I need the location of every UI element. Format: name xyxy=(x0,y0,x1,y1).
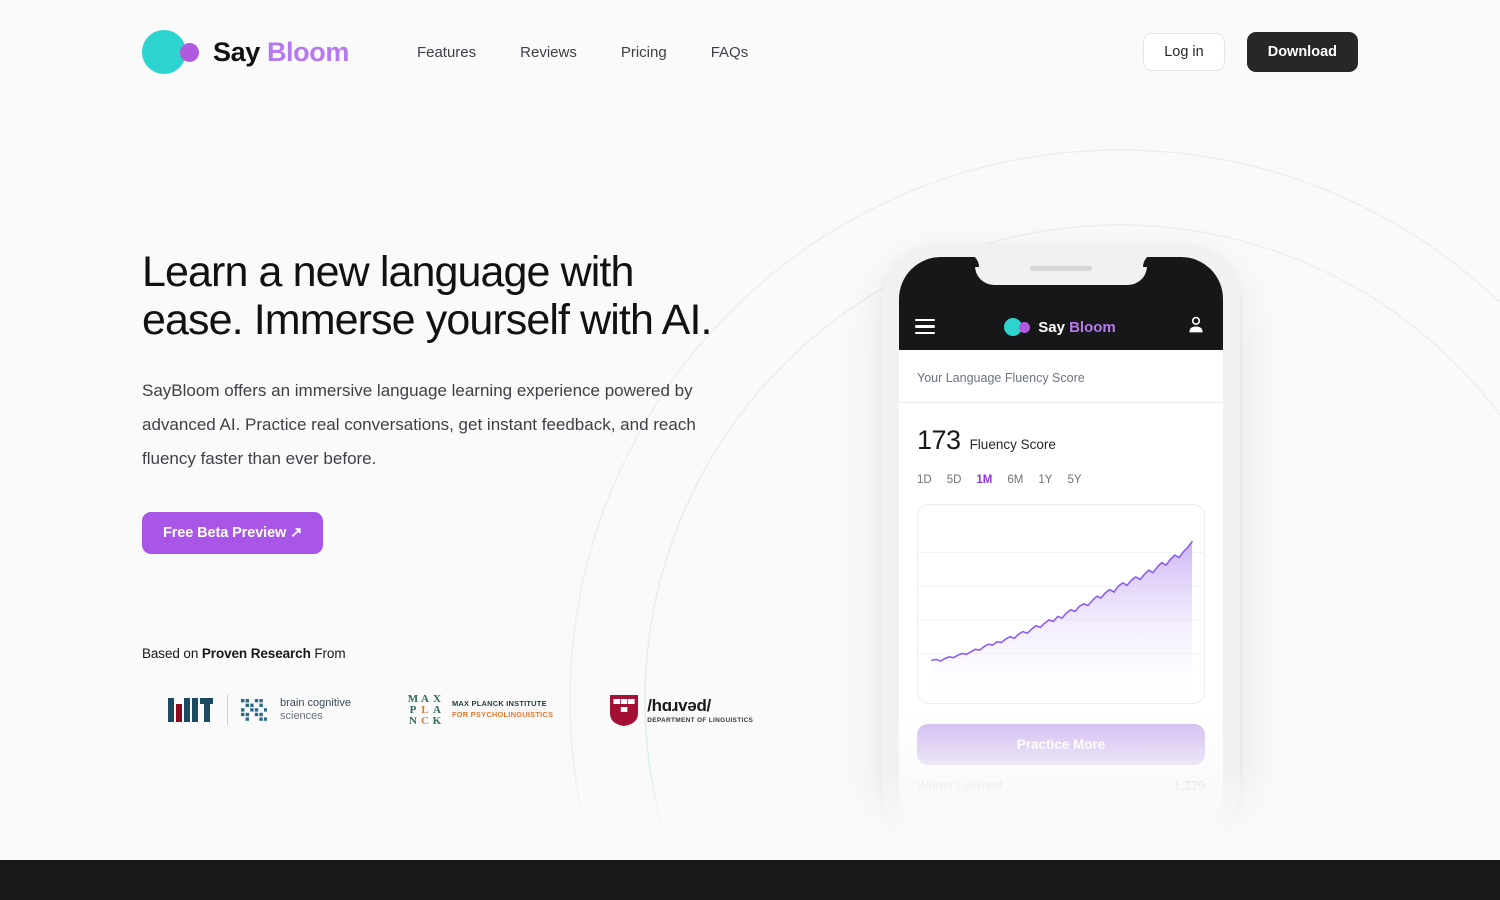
stat-label: Words Learned xyxy=(917,779,1003,793)
harvard-department-text: DEPARTMENT OF LINGUISTICS xyxy=(647,716,754,724)
range-option-6m[interactable]: 6M xyxy=(1007,474,1023,486)
hero-title-line-2: ease. Immerse yourself with AI. xyxy=(142,296,712,345)
range-option-5d[interactable]: 5D xyxy=(947,474,962,486)
app-brand-logo: Say Bloom xyxy=(1004,318,1116,336)
hero-section: Learn a new language with ease. Immerse … xyxy=(142,248,762,727)
main-navigation: Features Reviews Pricing FAQs xyxy=(417,44,748,61)
brand-dots-icon xyxy=(142,30,199,74)
download-button[interactable]: Download xyxy=(1246,32,1358,72)
nav-item-reviews[interactable]: Reviews xyxy=(520,44,577,61)
app-content: Your Language Fluency Score 173 Fluency … xyxy=(899,350,1223,832)
fluency-score-label: Fluency Score xyxy=(969,437,1056,452)
time-range-selector: 1D 5D 1M 6M 1Y 5Y xyxy=(899,456,1223,486)
fluency-score-value: 173 xyxy=(917,425,961,455)
bcs-wordmark: brain cognitive sciences xyxy=(280,697,351,725)
chart-area-fill xyxy=(931,541,1193,703)
bcs-dot-matrix-icon xyxy=(241,699,267,722)
login-button[interactable]: Log in xyxy=(1143,33,1225,71)
range-option-5y[interactable]: 5Y xyxy=(1067,474,1081,486)
logo-harvard-linguistics: /hɑɹvəd/ DEPARTMENT OF LINGUISTICS xyxy=(609,693,753,727)
free-beta-preview-button[interactable]: Free Beta Preview ↗ xyxy=(142,512,324,555)
fluency-area-chart xyxy=(918,540,1204,703)
stats-list: Words Learned 1,329 Conversations Practi… xyxy=(899,765,1223,832)
header-actions: Log in Download xyxy=(1143,32,1358,72)
max-planck-wordmark: MAX PLANCK INSTITUTE FOR PSYCHOLINGUISTI… xyxy=(452,699,553,721)
app-brand-second: Bloom xyxy=(1069,318,1116,336)
mpi-letter: K xyxy=(432,714,442,727)
nav-item-faqs[interactable]: FAQs xyxy=(711,44,749,61)
page-title: Learn a new language with ease. Immerse … xyxy=(142,248,762,344)
app-purple-circle-icon xyxy=(1019,321,1031,333)
brand-name-first: Say xyxy=(213,36,260,67)
mpi-letter: C xyxy=(420,714,429,727)
harvard-wordmark: /hɑɹvəd/ DEPARTMENT OF LINGUISTICS xyxy=(647,697,753,724)
brand-name-second: Bloom xyxy=(266,36,349,67)
harvard-shield-icon xyxy=(610,695,639,727)
phone-screen: Say Bloom Your Language Fluency Score 17… xyxy=(899,257,1223,832)
phone-mockup: Say Bloom Your Language Fluency Score 17… xyxy=(882,244,1240,844)
harvard-phonetic-text: /hɑɹvəd/ xyxy=(647,695,711,715)
site-header: Say Bloom Features Reviews Pricing FAQs … xyxy=(0,0,1500,104)
research-emphasis: Proven Research xyxy=(201,646,311,662)
mpi-line-1: MAX PLANCK INSTITUTE xyxy=(451,699,547,709)
hamburger-icon[interactable] xyxy=(915,317,935,336)
research-logo-row: brain cognitive sciences M A X P L A N C… xyxy=(142,693,762,727)
range-option-1y[interactable]: 1Y xyxy=(1038,474,1052,486)
stat-value: 1,329 xyxy=(1173,779,1205,793)
app-brand-first: Say xyxy=(1038,318,1065,336)
range-option-1d[interactable]: 1D xyxy=(917,474,932,486)
brand-logo[interactable]: Say Bloom xyxy=(142,30,349,74)
speaker-grille-icon xyxy=(1030,266,1092,271)
app-brand-wordmark: Say Bloom xyxy=(1038,319,1116,336)
max-planck-letter-grid-icon: M A X P L A N C K xyxy=(407,693,443,727)
phone-notch xyxy=(975,257,1147,285)
nav-item-pricing[interactable]: Pricing xyxy=(621,44,667,61)
score-row: 173 Fluency Score xyxy=(899,403,1223,456)
brand-wordmark: Say Bloom xyxy=(213,37,349,68)
research-prefix: Based on xyxy=(142,646,202,662)
mpi-line-2: FOR PSYCHOLINGUISTICS xyxy=(451,710,554,720)
bcs-line-2: sciences xyxy=(280,710,323,723)
bcs-line-1: brain cognitive xyxy=(280,696,351,709)
hero-title-line-1: Learn a new language with xyxy=(142,248,634,296)
mit-wordmark-icon xyxy=(168,698,213,723)
logo-max-planck: M A X P L A N C K MAX PLANCK INSTITUTE F… xyxy=(407,693,553,727)
nav-item-features[interactable]: Features xyxy=(417,44,476,61)
hero-subtitle: SayBloom offers an immersive language le… xyxy=(142,381,696,469)
fluency-card-title: Your Language Fluency Score xyxy=(899,350,1223,403)
logo-divider xyxy=(227,695,228,726)
stat-row-conversations-practiced: Conversations Practiced 129 xyxy=(917,807,1205,832)
stat-label: Conversations Practiced xyxy=(917,821,1053,832)
logo-mit-bcs: brain cognitive sciences xyxy=(168,695,351,726)
practice-more-button[interactable]: Practice More xyxy=(917,724,1205,765)
stat-row-words-learned: Words Learned 1,329 xyxy=(917,765,1205,807)
range-option-1m[interactable]: 1M xyxy=(976,474,992,486)
research-suffix: From xyxy=(310,646,346,662)
page-fade-overlay xyxy=(0,770,1500,862)
mpi-letter: N xyxy=(408,714,417,727)
app-topbar: Say Bloom xyxy=(899,257,1223,350)
user-icon[interactable] xyxy=(1185,314,1207,336)
research-label: Based on Proven Research From xyxy=(142,646,762,661)
fluency-chart[interactable] xyxy=(917,504,1205,704)
purple-circle-icon xyxy=(180,42,199,62)
footer-band xyxy=(0,860,1500,900)
